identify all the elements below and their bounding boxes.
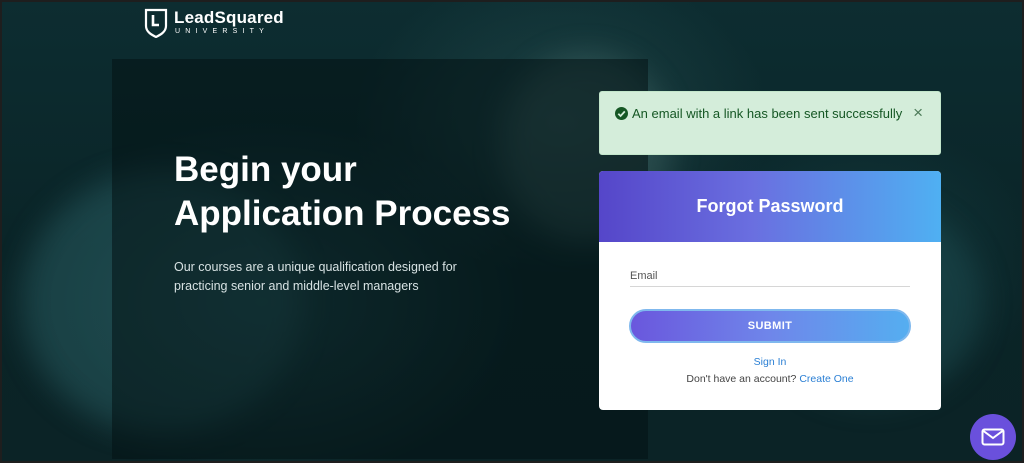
alert-message: An email with a link has been sent succe…	[632, 106, 903, 121]
brand-subtitle: UNIVERSITY	[175, 28, 270, 35]
hero-title: Begin your Application Process	[174, 148, 574, 236]
success-alert: An email with a link has been sent succe…	[599, 91, 941, 155]
create-account-link[interactable]: Create One	[799, 373, 853, 385]
email-field[interactable]	[630, 266, 910, 286]
check-circle-icon	[615, 107, 628, 120]
email-field-wrapper	[630, 266, 910, 287]
shield-logo-icon	[144, 8, 168, 38]
submit-button[interactable]: SUBMIT	[629, 309, 911, 343]
form-links: Sign In Don't have an account? Create On…	[599, 354, 941, 388]
hero-subtitle: Our courses are a unique qualification d…	[174, 260, 457, 293]
hero-title-line-2: Application Process	[174, 194, 511, 233]
page-background: LeadSquared UNIVERSITY Begin your Applic…	[0, 0, 1024, 463]
close-icon[interactable]: ×	[913, 102, 923, 123]
brand-name: LeadSquared	[174, 8, 284, 27]
forgot-password-card: Forgot Password SUBMIT Sign In Don't hav…	[599, 171, 941, 410]
hero-section: Begin your Application Process Our cours…	[174, 148, 574, 296]
card-title: Forgot Password	[599, 171, 941, 242]
brand-logo[interactable]: LeadSquared UNIVERSITY	[144, 8, 284, 38]
mail-chat-button[interactable]	[970, 414, 1016, 460]
sign-in-link[interactable]: Sign In	[754, 356, 787, 368]
hero-title-line-1: Begin your	[174, 150, 357, 189]
mail-icon	[981, 428, 1005, 446]
no-account-text: Don't have an account?	[686, 373, 797, 385]
